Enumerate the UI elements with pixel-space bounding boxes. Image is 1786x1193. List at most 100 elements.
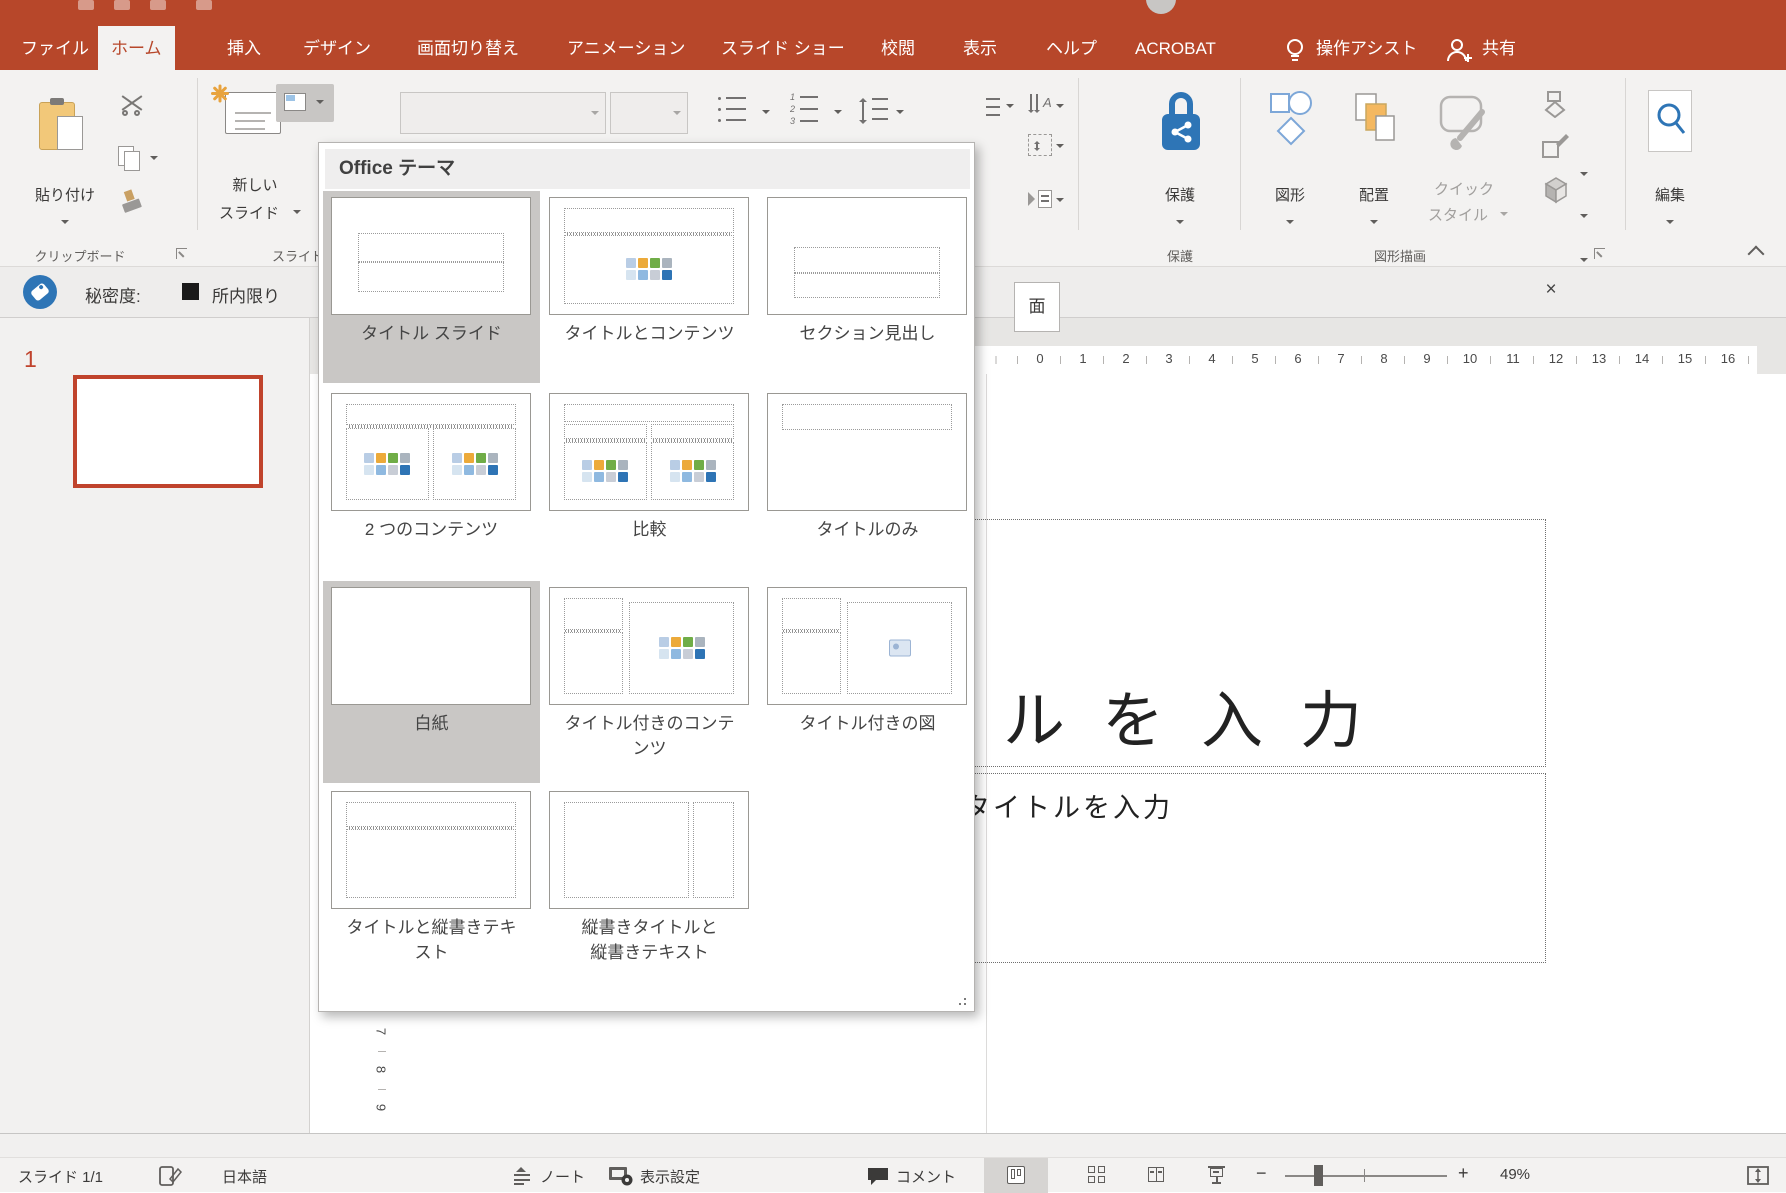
shape-fill-button[interactable]	[1540, 90, 1570, 118]
layout-option-content-caption[interactable]: タイトル付きのコンテンツ	[541, 581, 758, 783]
accessibility-check-icon[interactable]	[158, 1165, 182, 1187]
protect-dropdown-arrow[interactable]	[1176, 220, 1184, 228]
font-size-combobox[interactable]	[610, 92, 688, 134]
h-ruler-number: 1	[1072, 351, 1094, 366]
menu-tab-7[interactable]: 校閲	[868, 28, 928, 70]
zoom-in-button[interactable]: +	[1458, 1163, 1469, 1184]
arrange-button[interactable]: 配置	[1332, 86, 1416, 238]
layout-option-title-slide[interactable]: タイトル スライド	[323, 191, 540, 383]
quick-styles-button[interactable]: クイック スタイル	[1416, 86, 1512, 238]
edit-magnifier-icon	[1648, 90, 1692, 152]
menu-tab-2[interactable]: 挿入	[214, 28, 274, 70]
tell-me-label[interactable]: 操作アシスト	[1316, 28, 1417, 70]
menu-tab-6[interactable]: スライド ショー	[708, 28, 858, 70]
quick-access-icon[interactable]	[78, 0, 94, 10]
zoom-slider-track[interactable]	[1285, 1175, 1447, 1177]
reading-view-button[interactable]	[1148, 1166, 1166, 1184]
paste-dropdown-arrow[interactable]	[61, 220, 69, 228]
layout-option-title-only[interactable]: タイトルのみ	[759, 387, 976, 579]
share-person-icon[interactable]	[1446, 37, 1474, 63]
line-spacing-button[interactable]	[856, 94, 892, 130]
shape-outline-button[interactable]	[1540, 132, 1570, 160]
placeholder-sketch	[564, 632, 623, 693]
copy-dropdown-arrow[interactable]	[150, 156, 158, 164]
arrange-dropdown-arrow[interactable]	[1370, 220, 1378, 228]
copy-button[interactable]	[118, 146, 158, 172]
shapes-button[interactable]: 図形	[1248, 86, 1332, 238]
menu-tab-1[interactable]: ホーム	[98, 26, 175, 70]
placeholder-sketch	[346, 428, 429, 500]
slide-show-button[interactable]	[1208, 1166, 1226, 1184]
menu-tab-10[interactable]: ACROBAT	[1122, 28, 1229, 70]
text-direction-button[interactable]: A	[1028, 94, 1054, 120]
align-text-button[interactable]	[1028, 134, 1054, 160]
edit-button[interactable]: 編集	[1628, 86, 1712, 238]
shape-effects-button[interactable]	[1540, 174, 1570, 204]
quick-access-icon[interactable]	[150, 0, 166, 10]
zoom-level[interactable]: 49%	[1500, 1166, 1530, 1183]
slide-layout-button[interactable]	[276, 84, 334, 122]
protect-button[interactable]: 保護	[1130, 86, 1230, 238]
menu-tab-3[interactable]: デザイン	[290, 28, 384, 70]
bullets-dropdown-arrow[interactable]	[762, 110, 770, 118]
line-spacing-dropdown-arrow[interactable]	[896, 110, 904, 118]
gallery-resize-grip[interactable]	[952, 991, 966, 1005]
hidden-icon-dropdown-arrow[interactable]	[1006, 104, 1014, 112]
v-ruler-number: 7	[374, 1025, 389, 1039]
format-painter-button[interactable]	[114, 186, 149, 220]
h-ruler-number: 11	[1502, 351, 1524, 366]
shapes-dropdown-arrow[interactable]	[1286, 220, 1294, 228]
sensitivity-close-icon[interactable]: ×	[1538, 279, 1564, 301]
layout-option-vertical-title-text[interactable]: 縦書きタイトルと縦書きテキスト	[541, 785, 758, 987]
collapse-ribbon-chevron-icon[interactable]	[1748, 246, 1765, 263]
drawing-dialog-launcher[interactable]	[1594, 248, 1605, 259]
menu-tab-9[interactable]: ヘルプ	[1033, 28, 1110, 70]
new-slide-dropdown-arrow[interactable]	[293, 210, 301, 218]
layout-option-comparison[interactable]: 比較	[541, 387, 758, 579]
user-avatar[interactable]	[1146, 0, 1176, 14]
shape-outline-dropdown-arrow[interactable]	[1580, 214, 1588, 222]
slide-sorter-view-button[interactable]	[1088, 1166, 1106, 1184]
partially-hidden-ribbon-icon[interactable]	[986, 95, 1004, 121]
fit-to-window-icon[interactable]	[1746, 1165, 1770, 1186]
menu-tab-4[interactable]: 画面切り替え	[404, 28, 532, 70]
layout-option-blank[interactable]: 白紙	[323, 581, 540, 783]
share-button[interactable]: 共有	[1482, 28, 1516, 70]
numbering-dropdown-arrow[interactable]	[834, 110, 842, 118]
shape-effects-dropdown-arrow[interactable]	[1580, 258, 1588, 266]
font-name-combobox[interactable]	[400, 92, 606, 134]
layout-option-picture-caption[interactable]: タイトル付きの図	[759, 581, 976, 783]
text-direction-dropdown-arrow[interactable]	[1056, 104, 1064, 112]
normal-view-button[interactable]	[1007, 1166, 1025, 1184]
smartart-dropdown-arrow[interactable]	[1056, 198, 1064, 206]
edit-dropdown-arrow[interactable]	[1666, 220, 1674, 228]
menu-tab-8[interactable]: 表示	[950, 28, 1010, 70]
bullets-button[interactable]	[718, 95, 758, 131]
tell-me-bulb-icon[interactable]	[1283, 37, 1307, 63]
horizontal-ruler[interactable]: 012345678910111213141516	[975, 346, 1757, 374]
zoom-slider-thumb[interactable]	[1314, 1165, 1323, 1186]
notes-button[interactable]: ノート	[540, 1166, 585, 1187]
layout-option-title-vertical-text[interactable]: タイトルと縦書きテキスト	[323, 785, 540, 987]
menu-tab-5[interactable]: アニメーション	[554, 28, 698, 70]
cut-button[interactable]	[120, 90, 148, 118]
quick-access-icon[interactable]	[196, 0, 212, 10]
menu-tab-file[interactable]: ファイル	[8, 28, 102, 70]
language-indicator[interactable]: 日本語	[222, 1166, 267, 1187]
zoom-out-button[interactable]: −	[1256, 1163, 1267, 1184]
numbering-button[interactable]: 1 2 3	[790, 93, 830, 131]
shape-fill-dropdown-arrow[interactable]	[1580, 172, 1588, 180]
display-settings-button[interactable]: 表示設定	[640, 1166, 700, 1187]
comments-button[interactable]: コメント	[896, 1166, 956, 1187]
vertical-ruler[interactable]: 789	[348, 1012, 424, 1133]
quick-access-icon[interactable]	[114, 0, 130, 10]
paste-button[interactable]: 貼り付け	[15, 88, 115, 238]
layout-option-section-header[interactable]: セクション見出し	[759, 191, 976, 383]
align-text-dropdown-arrow[interactable]	[1056, 144, 1064, 152]
layout-option-two-content[interactable]: 2 つのコンテンツ	[323, 387, 540, 579]
clipboard-dialog-launcher[interactable]	[176, 248, 187, 259]
partially-hidden-button[interactable]: 面	[1014, 282, 1060, 332]
layout-option-title-content[interactable]: タイトルとコンテンツ	[541, 191, 758, 383]
slide-thumbnail[interactable]	[73, 375, 263, 488]
convert-to-smartart-button[interactable]	[1028, 188, 1054, 214]
